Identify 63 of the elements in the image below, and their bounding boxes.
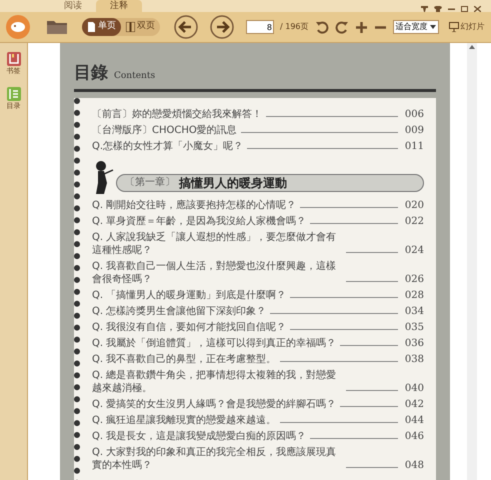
book-icon: [6, 51, 22, 67]
zoom-dropdown[interactable]: 适合宽度: [392, 20, 439, 34]
toc-entry: Q.怎樣的女性才算「小魔女」呢？: [92, 140, 244, 152]
scroll-up-icon[interactable]: [469, 45, 475, 49]
rotate-right-icon[interactable]: [334, 20, 349, 34]
page-number: 022: [404, 214, 424, 228]
page-number: 035: [404, 320, 424, 334]
page-number: 044: [404, 414, 424, 426]
toc-entry: Q. 我很沒有自信，要如何才能找回自信呢？: [92, 320, 286, 334]
toc-entry: Q. 怎樣誇獎男生會讓他留下深刻印象？: [92, 304, 266, 318]
toc-entry: Q. 我是長女，這是讓我變成戀愛白痴的原因嗎？: [92, 430, 306, 442]
page-number: 042: [404, 398, 424, 410]
page-number: 028: [404, 288, 424, 302]
toc-entry: Q. 剛開始交往時，應該要抱持怎樣的心情呢？: [92, 198, 296, 212]
page-number: 048: [404, 458, 424, 472]
toc-entry: Q. 我屬於「倒追體質」，這樣可以得到真正的幸福嗎？: [92, 336, 336, 350]
close-icon[interactable]: [474, 6, 481, 12]
toc-entry: Q. 單身資歷＝年齡，是因為我沒給人家機會嗎？: [92, 214, 306, 228]
tab[interactable]: 注释: [96, 0, 142, 12]
toc-entry: Q. 瘋狂追星讓我離現實的戀愛越來越遠。: [92, 414, 276, 426]
page-number: 009: [404, 124, 424, 136]
chapter-number: 〔第一章〕: [125, 176, 175, 190]
scrollbar[interactable]: [467, 43, 477, 480]
screen-icon: [448, 22, 459, 32]
folder-icon[interactable]: [46, 19, 68, 35]
toc-entry: Q. 我不喜歡自己的鼻型，正在考慮整型。: [92, 352, 276, 366]
toc-entry: Q. 「搞懂男人的暖身運動」到底是什麼啊？: [92, 288, 286, 302]
app-logo-icon[interactable]: [4, 14, 32, 40]
tab[interactable]: 阅读: [50, 0, 96, 12]
page-total: / 196页: [280, 21, 309, 33]
toc-entry: 〔台灣版序〕CHOCHO愛的訊息: [92, 124, 237, 136]
toc-entry: Q. 人家說我缺乏「讓人遐想的性感」，要怎麼做才會有這種性感呢？: [92, 230, 338, 256]
plus-icon[interactable]: [354, 20, 368, 34]
page-number: 046: [404, 430, 424, 442]
page-number: 026: [404, 272, 424, 286]
toc-entry: Q. 總是喜歡鑽牛角尖，把事情想得太複雜的我，對戀愛越來越消極。: [92, 368, 338, 394]
page-icon: [87, 22, 96, 32]
page-number: 011: [404, 140, 424, 152]
toc-entry: 〔前言〕妳的戀愛煩惱交給我來解答！: [92, 108, 262, 120]
caret-icon: [430, 25, 436, 29]
page-number: 024: [404, 244, 424, 256]
view-mode-button[interactable]: 单页: [82, 18, 121, 36]
toc-entry: Q. 我喜歡自己一個人生活，對戀愛也沒什麼興趣，這樣會很奇怪嗎？: [92, 260, 338, 286]
minimize-icon[interactable]: [448, 6, 455, 12]
chapter-title: 搞懂男人的暖身運動: [179, 174, 287, 192]
page-number: 038: [404, 352, 424, 366]
page-number: 036: [404, 336, 424, 350]
page-number: 006: [404, 108, 424, 120]
view-mode-button[interactable]: 双页: [121, 18, 160, 36]
list-icon: [6, 86, 22, 102]
toc-entry: Q. 大家對我的印象和真正的我完全相反，我應該展現真實的本性嗎？: [92, 446, 338, 472]
shirt-icon[interactable]: [434, 6, 442, 12]
page-number-field[interactable]: 8: [246, 20, 274, 34]
page-number: 020: [404, 198, 424, 212]
two-page-icon: [126, 22, 135, 32]
page-number: 034: [404, 304, 424, 318]
page-title: 目錄: [74, 62, 108, 85]
page-number: 040: [404, 382, 424, 394]
page-subtitle: Contents: [114, 70, 156, 83]
slideshow-button[interactable]: 幻灯片: [448, 21, 485, 33]
maximize-icon[interactable]: [461, 6, 468, 12]
toc-entry: Q. 愛搞笑的女生沒男人緣嗎？會是我戀愛的絆腳石嗎？: [92, 398, 336, 410]
rotate-left-icon[interactable]: [314, 20, 329, 34]
